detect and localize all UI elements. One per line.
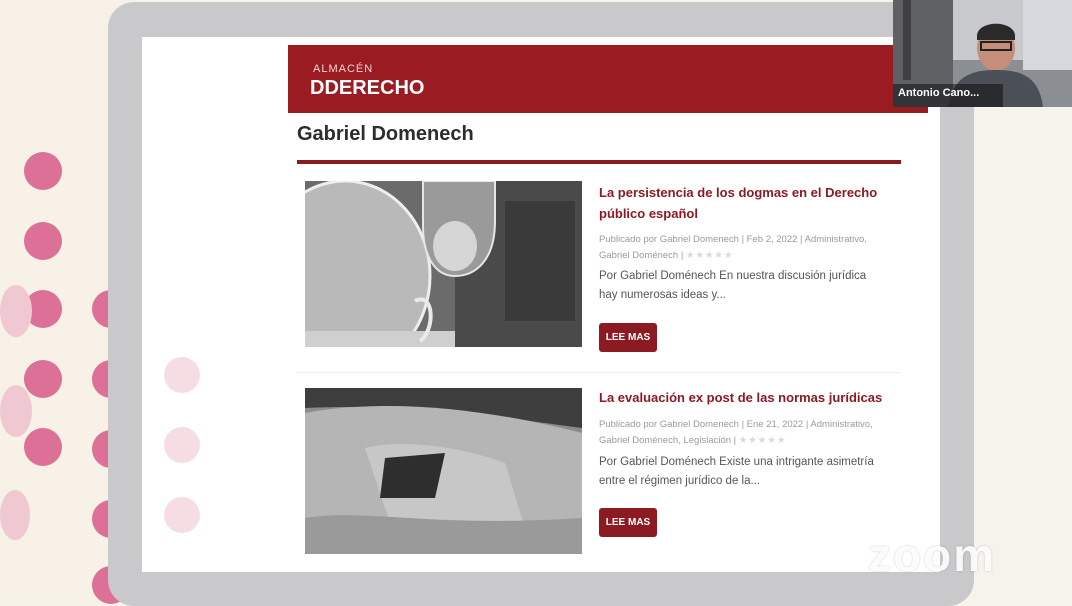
post-excerpt: Por Gabriel Doménech Existe una intrigan… <box>599 456 874 487</box>
post-thumbnail[interactable] <box>305 388 582 554</box>
browser-screen: ALMACÉN DDERECHO Gabriel Domenech La per… <box>142 37 940 572</box>
site-header: ALMACÉN DDERECHO <box>288 45 928 113</box>
participant-name: Antonio Cano... <box>898 87 980 99</box>
zoom-watermark: zoom <box>868 529 997 581</box>
post-thumbnail[interactable] <box>305 181 582 347</box>
decor-dot <box>24 222 62 260</box>
decor-dot <box>0 490 30 540</box>
site-logo[interactable]: DDERECHO <box>310 77 424 100</box>
rating-stars-icon: ★★★★★ <box>738 435 787 446</box>
read-more-button[interactable]: LEE MAS <box>599 323 657 352</box>
decor-dot <box>24 152 62 190</box>
decor-dot <box>164 497 200 533</box>
decor-dot <box>24 360 62 398</box>
post-title[interactable]: La persistencia de los dogmas en el Dere… <box>599 182 889 224</box>
water-drop-image <box>305 181 582 347</box>
website: ALMACÉN DDERECHO Gabriel Domenech La per… <box>288 45 928 572</box>
logo-main-text: DERECHO <box>324 77 425 99</box>
decor-dot <box>24 428 62 466</box>
decor-dot <box>0 285 32 337</box>
post-meta: Publicado por Gabriel Domenech | Ene 21,… <box>599 417 889 449</box>
post-separator <box>297 372 901 373</box>
logo-top-text: ALMACÉN <box>313 63 374 75</box>
decor-dot <box>164 357 200 393</box>
post-excerpt: Por Gabriel Doménech En nuestra discusió… <box>599 270 867 301</box>
read-more-button[interactable]: LEE MAS <box>599 508 657 537</box>
post-meta-text: Publicado por Gabriel Domenech | Ene 21,… <box>599 419 873 446</box>
title-divider <box>297 160 901 164</box>
post-meta: Publicado por Gabriel Domenech | Feb 2, … <box>599 232 889 264</box>
rating-stars-icon: ★★★★★ <box>685 250 734 261</box>
page-title: Gabriel Domenech <box>297 123 474 145</box>
logo-d-icon: D <box>310 77 325 99</box>
rock-image <box>305 388 582 554</box>
participant-video-tile[interactable]: Antonio Cano... <box>893 0 1072 107</box>
decor-dot <box>0 385 32 437</box>
post-title[interactable]: La evaluación ex post de las normas jurí… <box>599 387 889 408</box>
decor-dot <box>164 427 200 463</box>
